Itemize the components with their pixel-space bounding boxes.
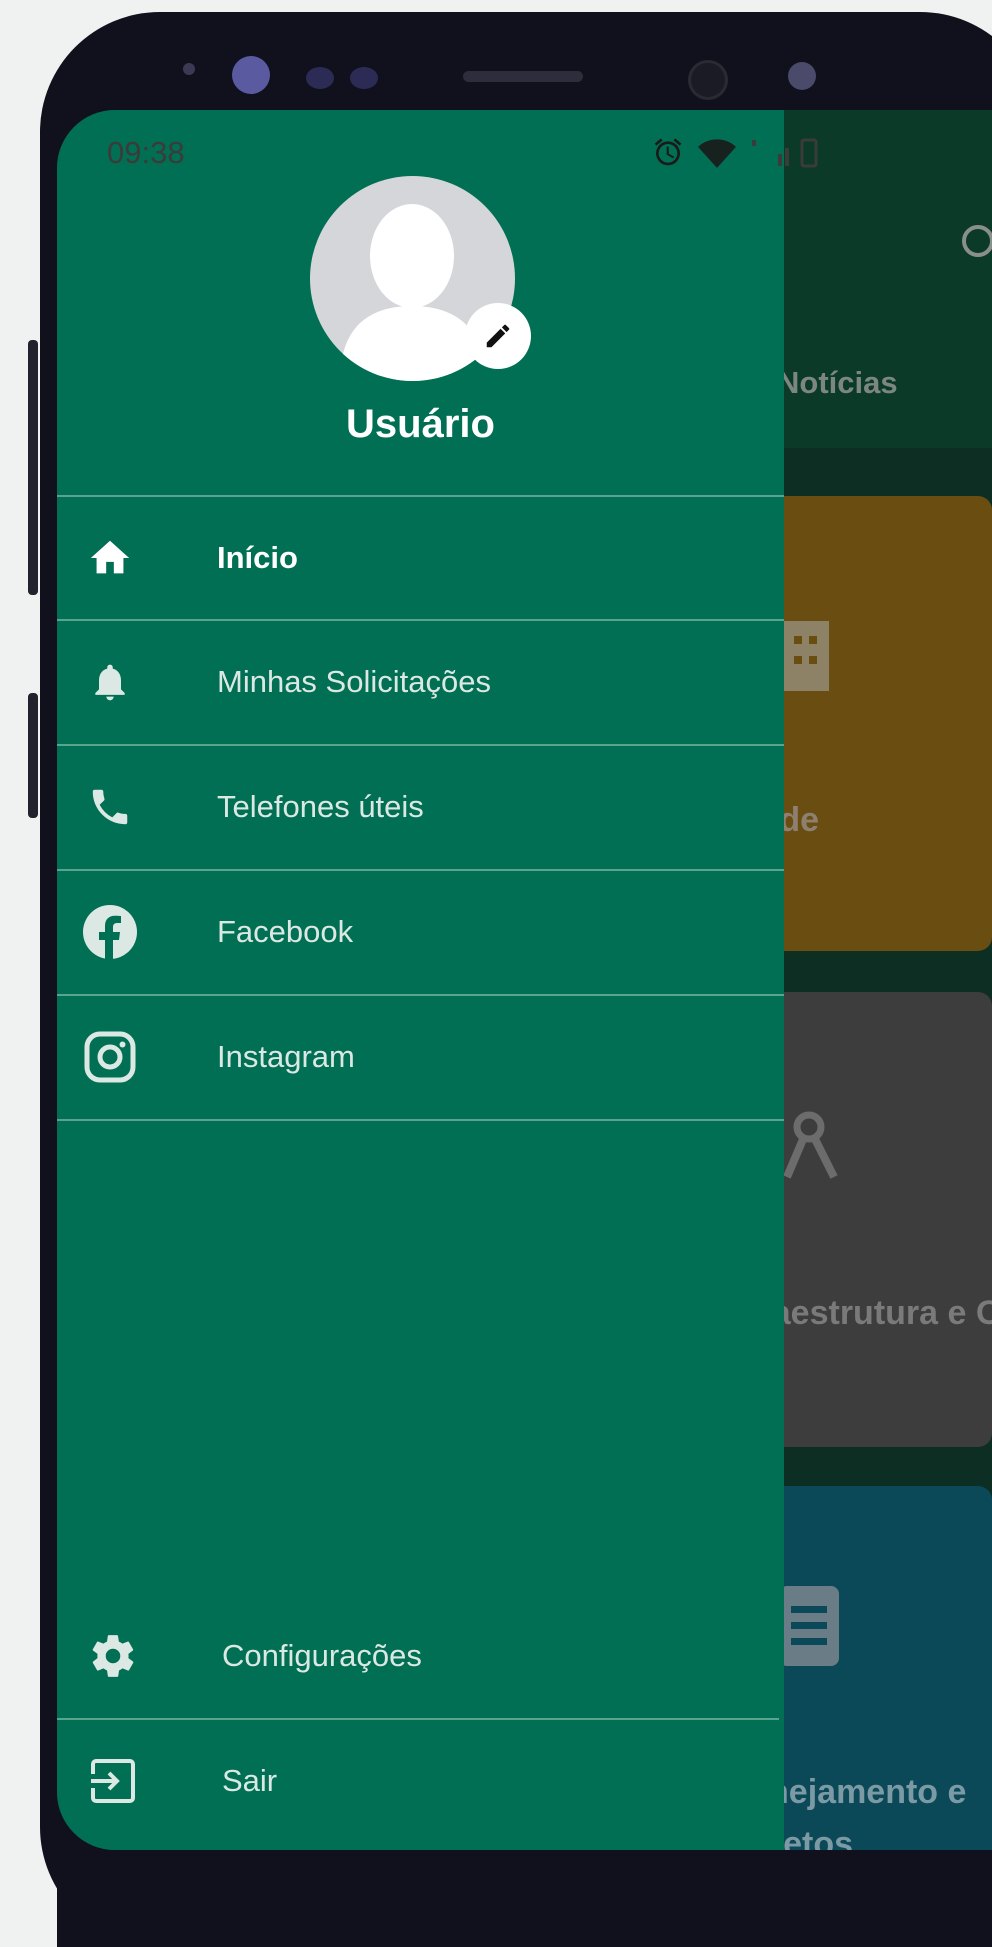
status-icons — [652, 136, 820, 168]
facebook-icon — [82, 904, 138, 960]
instagram-icon — [82, 1029, 138, 1085]
document-icon — [779, 1586, 839, 1666]
user-name: Usuário — [346, 402, 495, 446]
menu-label: Configurações — [222, 1638, 422, 1673]
menu-label: Instagram — [217, 1039, 355, 1074]
navigation-drawer: 09:38 Usuário Início Minhas Solicitações… — [57, 110, 818, 1850]
gear-icon — [85, 1628, 141, 1684]
status-time: 09:38 — [107, 135, 185, 170]
sensor-dot — [183, 63, 195, 75]
profile-avatar-container[interactable] — [310, 176, 531, 381]
app-screen: Notícias Saúde Infraestrutura e Obras — [57, 110, 992, 1850]
menu-label: Telefones úteis — [217, 789, 424, 824]
signal-battery-icon — [752, 138, 818, 168]
menu-item-sair[interactable]: Sair — [57, 1719, 784, 1843]
volume-button — [28, 340, 38, 595]
iris-sensor — [306, 67, 334, 89]
home-icon — [82, 530, 138, 586]
iris-sensor — [350, 67, 378, 89]
tab-news: Notícias — [777, 365, 898, 400]
logout-icon — [85, 1753, 141, 1809]
phone-top-bezel — [0, 0, 992, 110]
bell-icon — [82, 654, 138, 710]
earpiece-speaker — [463, 71, 583, 82]
menu-item-instagram[interactable]: Instagram — [57, 995, 784, 1119]
menu-label: Início — [217, 540, 298, 575]
phone-icon — [82, 779, 138, 835]
alarm-icon — [654, 138, 682, 166]
edit-avatar-button[interactable] — [465, 303, 531, 369]
hospital-icon — [779, 621, 829, 691]
compass-icon — [783, 1111, 838, 1179]
front-sensor — [232, 56, 270, 94]
menu-item-facebook[interactable]: Facebook — [57, 870, 784, 994]
power-button — [28, 693, 38, 818]
menu-label: Sair — [222, 1763, 278, 1798]
proximity-sensor — [788, 62, 816, 90]
search-icon — [962, 225, 992, 257]
pencil-icon — [486, 324, 510, 348]
phone-bottom-bezel — [57, 1850, 992, 1947]
divider — [57, 1119, 784, 1121]
menu-item-inicio[interactable]: Início — [57, 496, 784, 620]
front-camera — [688, 60, 728, 100]
menu-label: Minhas Solicitações — [217, 664, 491, 699]
menu-item-minhas-solicitacoes[interactable]: Minhas Solicitações — [57, 620, 784, 744]
menu-item-configuracoes[interactable]: Configurações — [57, 1594, 784, 1718]
wifi-icon — [698, 139, 736, 168]
menu-item-telefones-uteis[interactable]: Telefones úteis — [57, 745, 784, 869]
menu-label: Facebook — [217, 914, 354, 949]
